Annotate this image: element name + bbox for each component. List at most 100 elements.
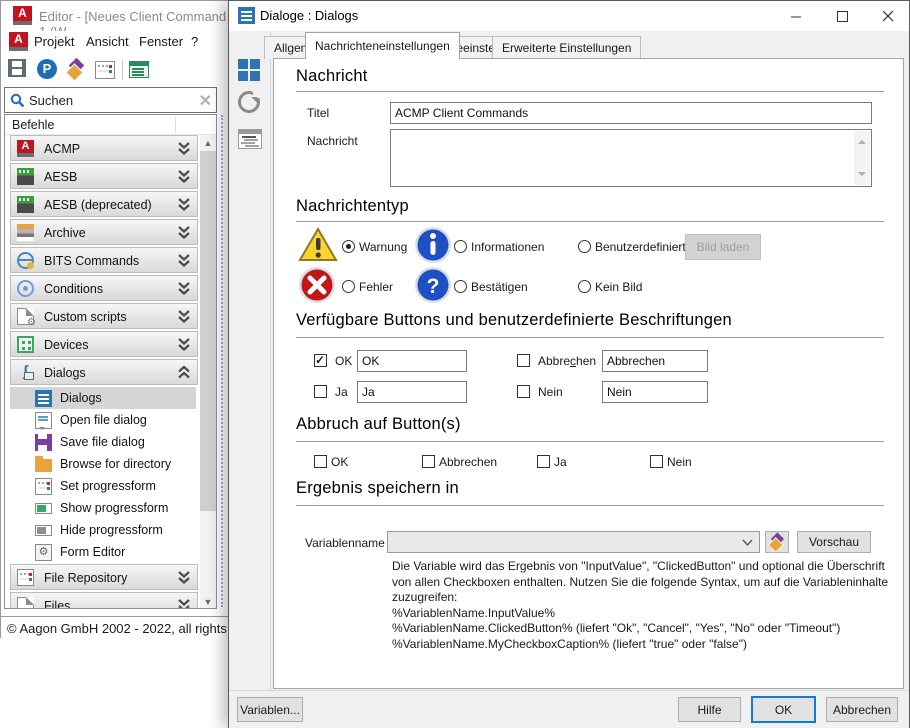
group-label: Devices: [44, 338, 88, 352]
window-splitter[interactable]: [221, 115, 224, 607]
chevron-double-down-icon[interactable]: [177, 225, 191, 240]
project-button[interactable]: P: [37, 59, 59, 81]
scroll-down-icon[interactable]: ▼: [200, 594, 216, 609]
chevron-double-down-icon[interactable]: [177, 197, 191, 212]
abbrechen-button[interactable]: Abbrechen: [826, 697, 898, 722]
bild-laden-button[interactable]: Bild laden: [685, 234, 761, 260]
variables-button[interactable]: [66, 59, 88, 81]
editor-titlebar[interactable]: A Editor - [Neues Client Command 1 (W: [1, 1, 230, 31]
abort-checkbox-ja[interactable]: [537, 455, 550, 468]
textarea-scrollbar[interactable]: [854, 131, 870, 185]
form-button[interactable]: [129, 59, 151, 81]
list-item-hide-progressform[interactable]: Hide progressform: [10, 519, 196, 541]
titel-input[interactable]: [390, 102, 872, 124]
chevron-double-down-icon[interactable]: [177, 598, 191, 609]
list-item-dialogs[interactable]: Dialogs: [10, 387, 196, 409]
abbrechen-caption-input[interactable]: [602, 350, 708, 372]
group-acmp[interactable]: A ACMP: [10, 135, 198, 161]
panes-button[interactable]: [238, 59, 262, 83]
help-line: Die Variable wird das Ergebnis von "Inpu…: [392, 559, 888, 575]
group-custom-scripts[interactable]: Custom scripts: [10, 303, 198, 329]
radio-kein-bild[interactable]: [578, 280, 591, 293]
search-box: ✕: [4, 87, 217, 113]
menu-ansicht[interactable]: Ansicht: [86, 34, 129, 49]
clear-search-icon[interactable]: ✕: [199, 91, 212, 111]
error-icon: [298, 266, 336, 304]
abort-checkbox-nein[interactable]: [650, 455, 663, 468]
group-files[interactable]: Files: [10, 592, 198, 609]
chevron-double-down-icon[interactable]: [177, 570, 191, 585]
list-item-label: Dialogs: [60, 391, 102, 405]
radio-informationen[interactable]: [454, 240, 467, 253]
chevron-double-down-icon[interactable]: [177, 253, 191, 268]
nein-caption-input[interactable]: [602, 381, 708, 403]
tab-erweiterte-einstellungen[interactable]: Erweiterte Einstellungen: [492, 36, 641, 59]
abort-checkbox-abbrechen[interactable]: [422, 455, 435, 468]
ok-caption-input[interactable]: [357, 350, 467, 372]
ok-button[interactable]: OK: [751, 696, 816, 723]
vorschau-button[interactable]: Vorschau: [797, 531, 871, 553]
minimize-button[interactable]: [781, 2, 811, 30]
chevron-down-icon: [742, 539, 753, 547]
dialog-titlebar[interactable]: Dialoge : Dialogs: [229, 1, 909, 31]
radio-benutzerdefiniert[interactable]: [578, 240, 591, 253]
scroll-up-icon[interactable]: ▲: [200, 135, 216, 151]
scrollbar-thumb[interactable]: [200, 151, 216, 511]
checkbox-ok[interactable]: [314, 354, 327, 367]
chevron-double-down-icon[interactable]: [177, 141, 191, 156]
menu-help[interactable]: ?: [191, 34, 198, 49]
report-button[interactable]: [238, 129, 262, 153]
list-item-browse-for-directory[interactable]: Browse for directory: [10, 453, 196, 475]
tab-nachrichteneinstellungen[interactable]: Nachrichteneinstellungen: [305, 32, 460, 59]
list-item-open-file-dialog[interactable]: Open file dialog: [10, 409, 196, 431]
chevron-double-down-icon[interactable]: [177, 337, 191, 352]
save-button[interactable]: [8, 59, 30, 81]
insert-variable-button[interactable]: [765, 531, 789, 553]
group-aesb-deprecated[interactable]: AESB (deprecated): [10, 191, 198, 217]
group-file-repository[interactable]: File Repository: [10, 564, 198, 590]
refresh-button[interactable]: [238, 91, 262, 115]
checkbox-nein[interactable]: [517, 385, 530, 398]
repository-button[interactable]: [95, 59, 117, 81]
close-button[interactable]: [873, 2, 903, 30]
chevron-double-up-icon[interactable]: [177, 365, 191, 380]
variablen-button[interactable]: Variablen...: [237, 697, 303, 722]
section-heading-abbruch: Abbruch auf Button(s): [296, 415, 461, 434]
sidebar-scrollbar[interactable]: ▲ ▼: [200, 135, 216, 609]
list-item-form-editor[interactable]: ⚙ Form Editor: [10, 541, 196, 563]
search-input[interactable]: [29, 89, 189, 111]
radio-warnung[interactable]: [342, 240, 355, 253]
list-item-show-progressform[interactable]: Show progressform: [10, 497, 196, 519]
group-dialogs[interactable]: ʃ Dialogs: [10, 359, 198, 385]
group-label: Dialogs: [44, 366, 86, 380]
abort-checkbox-ok[interactable]: [314, 455, 327, 468]
group-bits-commands[interactable]: BITS Commands: [10, 247, 198, 273]
menu-fenster[interactable]: Fenster: [139, 34, 183, 49]
chevron-double-down-icon[interactable]: [177, 169, 191, 184]
chevron-double-down-icon[interactable]: [177, 281, 191, 296]
nachricht-textarea[interactable]: [390, 129, 872, 187]
hilfe-button[interactable]: Hilfe: [678, 697, 741, 722]
checkbox-abbrechen[interactable]: [517, 354, 530, 367]
list-item-set-progressform-properties[interactable]: Set progressform prope...: [10, 475, 196, 497]
group-archive[interactable]: Archive: [10, 219, 198, 245]
group-conditions[interactable]: Conditions: [10, 275, 198, 301]
ja-caption-input[interactable]: [357, 381, 467, 403]
variablenname-combobox[interactable]: [387, 531, 760, 553]
files-icon: [17, 597, 34, 609]
group-aesb[interactable]: AESB: [10, 163, 198, 189]
radio-bestaetigen[interactable]: [454, 280, 467, 293]
group-devices[interactable]: Devices: [10, 331, 198, 357]
radio-fehler[interactable]: [342, 280, 355, 293]
file-repository-icon: [17, 569, 34, 586]
checkbox-ja-label: Ja: [335, 385, 348, 399]
chevron-double-down-icon[interactable]: [177, 309, 191, 324]
scroll-up-icon[interactable]: [858, 136, 866, 144]
scroll-down-icon[interactable]: [858, 172, 866, 180]
maximize-button[interactable]: [827, 2, 857, 30]
radio-kein-bild-label: Kein Bild: [595, 280, 642, 294]
list-item-save-file-dialog[interactable]: Save file dialog: [10, 431, 196, 453]
menu-projekt[interactable]: Projekt: [34, 34, 74, 49]
editor-toolbar: P: [1, 54, 230, 86]
checkbox-ja[interactable]: [314, 385, 327, 398]
